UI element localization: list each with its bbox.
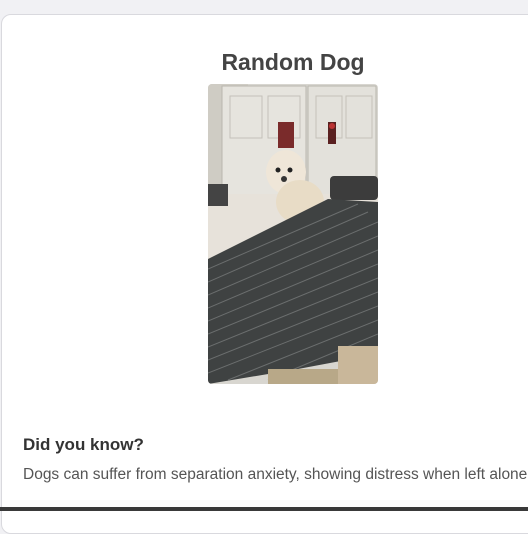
bottom-edge (0, 507, 528, 511)
fact-heading: Did you know? (23, 435, 144, 455)
page-title: Random Dog (221, 49, 364, 75)
fact-text: Dogs can suffer from separation anxiety,… (23, 463, 528, 487)
title-container: Random Dog (2, 49, 528, 76)
dog-photo (208, 84, 378, 384)
dog-card: Random Dog (1, 14, 528, 534)
